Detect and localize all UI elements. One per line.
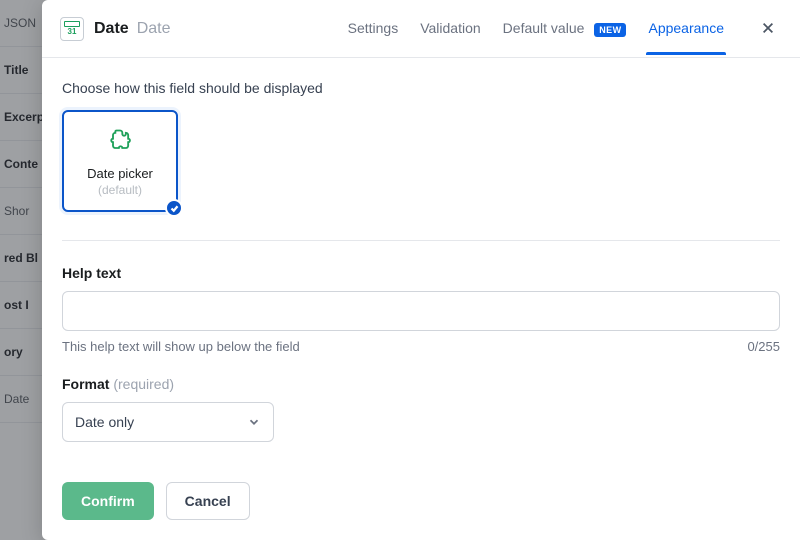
selected-check [165, 199, 183, 217]
display-option-title: Date picker [87, 166, 153, 181]
display-option-date-picker[interactable]: Date picker (default) [62, 110, 178, 212]
format-label: Format (required) [62, 376, 780, 392]
field-type: Date [137, 20, 171, 38]
modal-header: 31 Date Date Settings Validation Default… [42, 0, 800, 58]
chevron-down-icon [247, 415, 261, 429]
calendar-icon: 31 [60, 17, 84, 41]
close-icon [761, 21, 775, 35]
help-text-input[interactable] [62, 291, 780, 331]
format-select[interactable]: Date only [62, 402, 274, 442]
display-section-label: Choose how this field should be displaye… [62, 80, 780, 96]
puzzle-icon [105, 126, 135, 156]
calendar-day: 31 [68, 27, 77, 36]
tab-default-value[interactable]: Default value NEW [503, 2, 627, 54]
format-label-text: Format [62, 376, 109, 392]
cancel-button[interactable]: Cancel [166, 482, 250, 520]
field-name: Date [94, 20, 129, 38]
tab-appearance[interactable]: Appearance [648, 2, 724, 54]
tab-validation[interactable]: Validation [420, 2, 480, 54]
format-select-value: Date only [75, 414, 134, 430]
close-button[interactable] [754, 14, 782, 42]
modal-footer: Confirm Cancel [42, 464, 800, 540]
confirm-button[interactable]: Confirm [62, 482, 154, 520]
tab-bar: Settings Validation Default value NEW Ap… [348, 2, 782, 54]
check-icon [170, 204, 179, 213]
modal-body: Choose how this field should be displaye… [42, 58, 800, 464]
tab-label: Default value [503, 20, 585, 36]
help-text-meta: This help text will show up below the fi… [62, 339, 780, 354]
format-required: (required) [109, 376, 174, 392]
new-badge: NEW [594, 23, 626, 37]
divider [62, 240, 780, 241]
tab-settings[interactable]: Settings [348, 2, 399, 54]
display-option-subtitle: (default) [98, 183, 142, 197]
help-text-label: Help text [62, 265, 780, 281]
help-text-hint: This help text will show up below the fi… [62, 339, 300, 354]
field-settings-modal: 31 Date Date Settings Validation Default… [42, 0, 800, 540]
help-text-counter: 0/255 [747, 339, 780, 354]
